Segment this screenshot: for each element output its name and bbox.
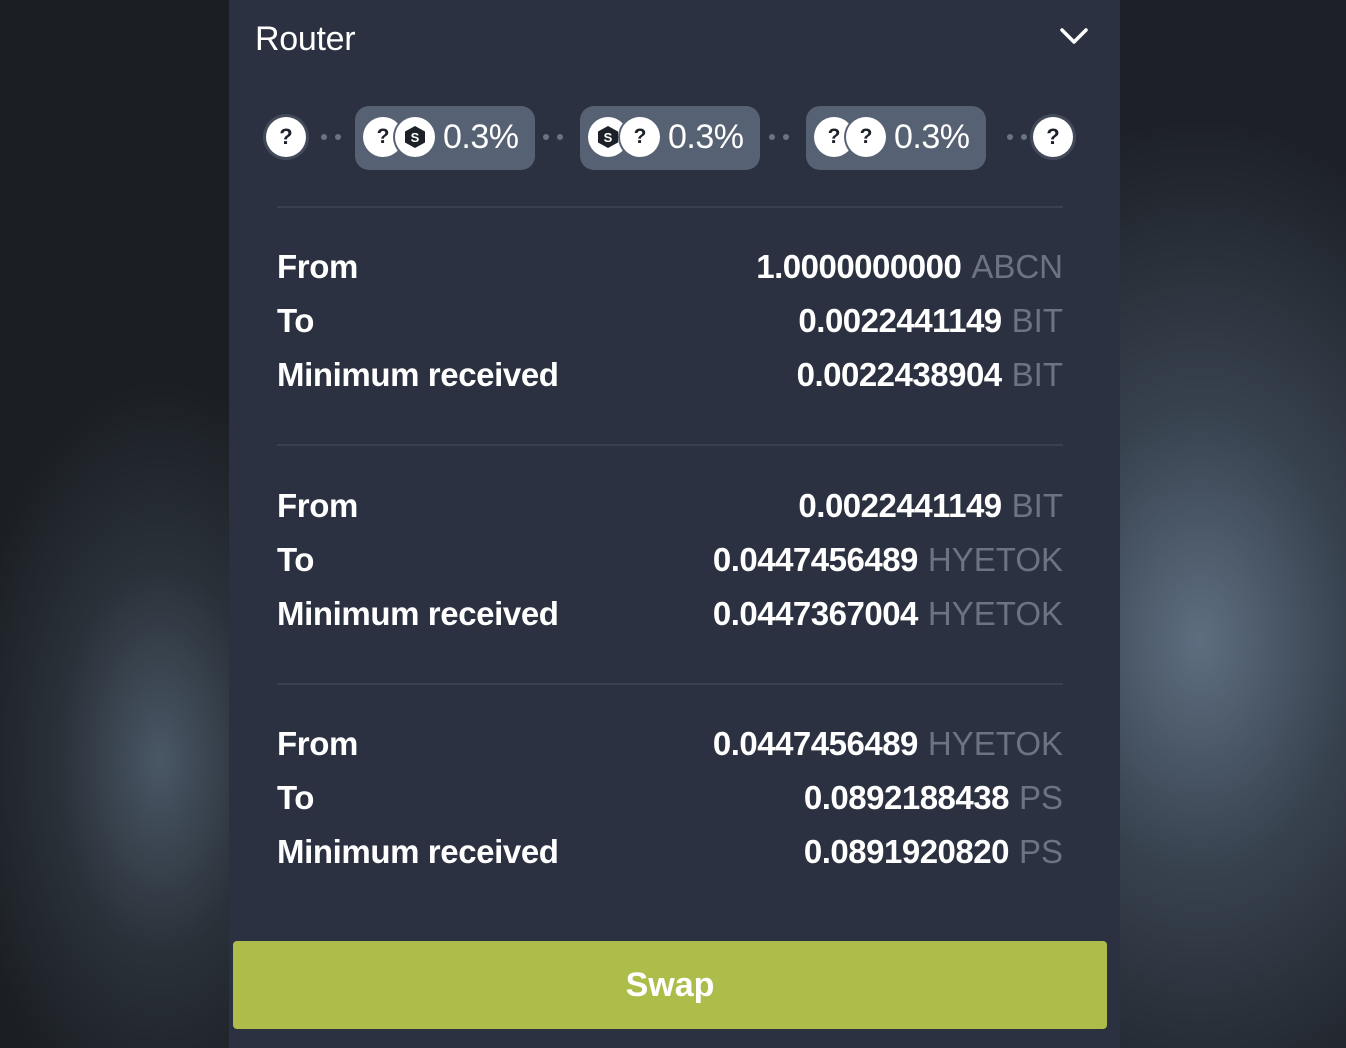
route-pool-1[interactable]: ? S 0.3%	[355, 106, 535, 170]
minimum-received-label: Minimum received	[277, 833, 559, 870]
from-amount: 1.0000000000	[756, 248, 962, 285]
route-step-1: From 1.0000000000 ABCN To 0.0022441149 BIT…	[277, 244, 1063, 406]
route-step-3: From 0.0447456489 HYETOK To 0.0892188438 P…	[277, 721, 1063, 883]
route-connector	[321, 134, 341, 140]
minimum-received-row: Minimum received 0.0022438904 BIT	[277, 352, 1063, 406]
router-header[interactable]: Router	[255, 18, 1095, 62]
to-row: To 0.0892188438 PS	[277, 775, 1063, 829]
to-symbol: BIT	[1011, 302, 1063, 339]
from-label: From	[277, 725, 358, 762]
svg-text:S: S	[411, 130, 420, 145]
minimum-received-symbol: PS	[1018, 833, 1063, 870]
from-row: From 1.0000000000 ABCN	[277, 244, 1063, 298]
minimum-received-symbol: BIT	[1011, 356, 1063, 393]
start-token-question-icon: ?	[266, 117, 306, 157]
to-amount: 0.0022441149	[798, 302, 1002, 339]
router-title: Router	[255, 20, 356, 58]
minimum-received-amount: 0.0891920820	[803, 833, 1010, 870]
to-label: To	[277, 302, 315, 339]
from-label: From	[277, 248, 358, 285]
to-row: To 0.0022441149 BIT	[277, 298, 1063, 352]
pool-fee: 0.3%	[668, 118, 744, 156]
pool-fee: 0.3%	[443, 118, 519, 156]
from-label: From	[277, 487, 358, 524]
question-mark-icon: ?	[620, 117, 660, 157]
route-step-2: From 0.0022441149 BIT To 0.0447456489 HYET…	[277, 483, 1063, 645]
end-token-question-icon: ?	[1033, 117, 1073, 157]
from-amount: 0.0447456489	[712, 725, 919, 762]
from-row: From 0.0022441149 BIT	[277, 483, 1063, 537]
router-panel: Router ? ? S 0.3% S ? 0.3% ? ? 0.3% ? Fr…	[229, 0, 1120, 1048]
divider	[277, 444, 1063, 446]
from-amount: 0.0022441149	[798, 487, 1002, 524]
to-label: To	[277, 779, 315, 816]
minimum-received-symbol: HYETOK	[927, 595, 1063, 632]
route-connector	[1007, 134, 1027, 140]
hexagon-token-icon: S	[395, 117, 435, 157]
from-symbol: ABCN	[971, 248, 1063, 285]
minimum-received-amount: 0.0022438904	[796, 356, 1003, 393]
minimum-received-label: Minimum received	[277, 595, 559, 632]
route-pool-2[interactable]: S ? 0.3%	[580, 106, 760, 170]
divider	[277, 683, 1063, 685]
route-pool-3[interactable]: ? ? 0.3%	[806, 106, 986, 170]
svg-text:S: S	[604, 130, 613, 145]
to-row: To 0.0447456489 HYETOK	[277, 537, 1063, 591]
from-symbol: BIT	[1011, 487, 1063, 524]
minimum-received-amount: 0.0447367004	[712, 595, 919, 632]
to-symbol: HYETOK	[927, 541, 1063, 578]
question-mark-icon: ?	[846, 117, 886, 157]
route-path: ? ? S 0.3% S ? 0.3% ? ? 0.3% ?	[263, 106, 1077, 170]
to-amount: 0.0892188438	[803, 779, 1010, 816]
to-label: To	[277, 541, 315, 578]
minimum-received-row: Minimum received 0.0447367004 HYETOK	[277, 591, 1063, 645]
swap-button[interactable]: Swap	[233, 941, 1107, 1029]
minimum-received-label: Minimum received	[277, 356, 559, 393]
to-amount: 0.0447456489	[712, 541, 919, 578]
from-symbol: HYETOK	[927, 725, 1063, 762]
pool-fee: 0.3%	[894, 118, 970, 156]
divider	[277, 206, 1063, 208]
to-symbol: PS	[1018, 779, 1063, 816]
from-row: From 0.0447456489 HYETOK	[277, 721, 1063, 775]
route-connector	[543, 134, 563, 140]
chevron-down-icon[interactable]	[1059, 24, 1089, 48]
minimum-received-row: Minimum received 0.0891920820 PS	[277, 829, 1063, 883]
route-connector	[769, 134, 789, 140]
background-left	[0, 0, 229, 1048]
